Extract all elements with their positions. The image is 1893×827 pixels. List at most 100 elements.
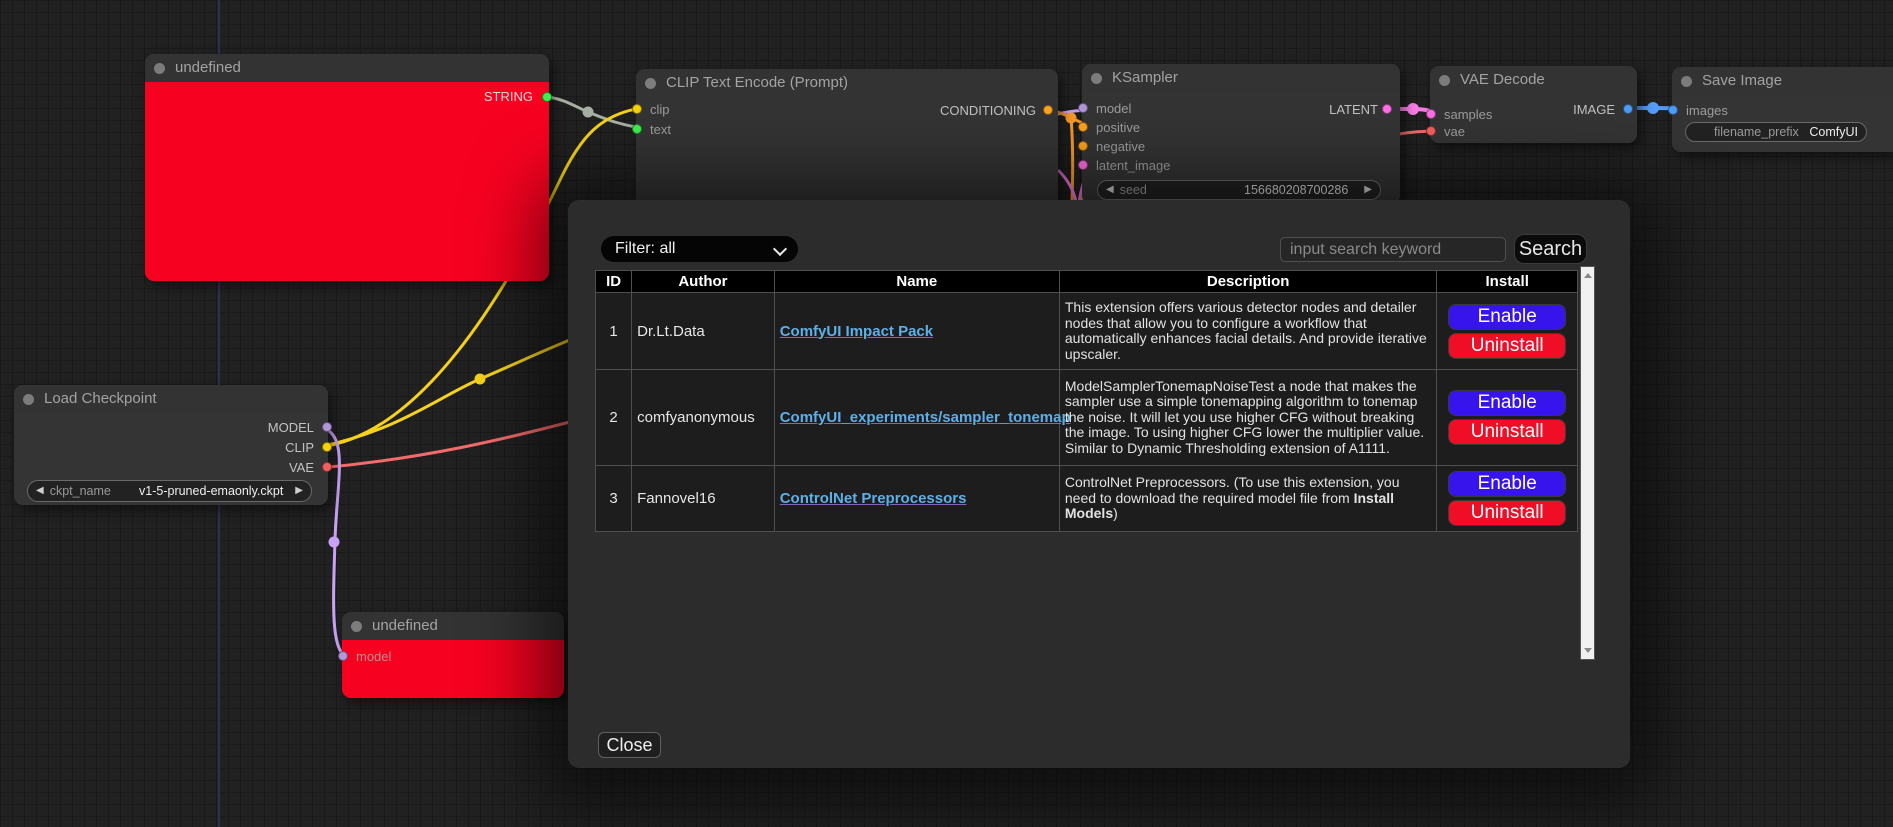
extension-row: 1Dr.Lt.Data ComfyUI Impact Pack This exten… <box>596 293 1578 370</box>
cell-name: ComfyUI_experiments/sampler_tonemap <box>774 370 1059 466</box>
output-dot-model[interactable] <box>322 422 332 432</box>
collapse-dot-icon[interactable] <box>23 394 34 405</box>
cell-description: This extension offers various detector n… <box>1059 293 1437 370</box>
collapse-dot-icon[interactable] <box>1439 75 1450 86</box>
input-slot-latent-image: latent_image <box>1096 159 1170 173</box>
cell-author: Dr.Lt.Data <box>632 293 775 370</box>
input-dot-latent-image[interactable] <box>1078 160 1088 170</box>
extension-link[interactable]: ComfyUI_experiments/sampler_tonemap <box>780 409 1071 426</box>
input-dot-positive[interactable] <box>1078 122 1088 132</box>
output-dot-image[interactable] <box>1623 104 1633 114</box>
cell-name: ComfyUI Impact Pack <box>774 293 1059 370</box>
output-dot-clip[interactable] <box>322 442 332 452</box>
input-slot-positive: positive <box>1096 121 1140 135</box>
node-body: STRING <box>145 82 549 281</box>
input-dot-model[interactable] <box>338 651 348 661</box>
scroll-down-arrow-icon[interactable] <box>1584 648 1592 653</box>
column-header-name: Name <box>774 271 1059 293</box>
output-dot-string[interactable] <box>542 92 552 102</box>
input-dot-images[interactable] <box>1668 105 1678 115</box>
input-dot-samples[interactable] <box>1426 109 1436 119</box>
reroute-dot-latent[interactable] <box>1407 103 1419 115</box>
node-save-image[interactable]: Save Image images filename_prefix ComfyU… <box>1672 67 1893 152</box>
enable-button[interactable]: Enable <box>1448 471 1566 497</box>
widget-label: seed <box>1120 183 1147 197</box>
extension-row: 3Fannovel16ControlNet PreprocessorsContr… <box>596 466 1578 532</box>
seed-widget[interactable]: ◀ seed 156680208700286 ▶ <box>1097 180 1381 200</box>
close-button[interactable]: Close <box>598 732 661 758</box>
reroute-dot-string[interactable] <box>583 107 594 118</box>
enable-button[interactable]: Enable <box>1448 304 1566 330</box>
widget-value: 156680208700286 <box>1244 183 1348 197</box>
input-dot-clip[interactable] <box>632 104 642 114</box>
node-load-checkpoint[interactable]: Load Checkpoint MODEL CLIP VAE ◀ ckpt_na… <box>14 385 328 505</box>
reroute-dot-model[interactable] <box>329 537 340 548</box>
input-dot-model[interactable] <box>1078 103 1088 113</box>
extension-row: 2comfyanonymousComfyUI_experiments/sampl… <box>596 370 1578 466</box>
increment-arrow-icon[interactable]: ▶ <box>1364 180 1372 200</box>
uninstall-button[interactable]: Uninstall <box>1448 333 1566 359</box>
reroute-dot-clip[interactable] <box>475 374 486 385</box>
node-title: Load Checkpoint <box>44 390 157 407</box>
cell-name: ControlNet Preprocessors <box>774 466 1059 532</box>
increment-arrow-icon[interactable]: ▶ <box>295 481 303 501</box>
enable-button[interactable]: Enable <box>1448 390 1566 416</box>
node-vae-decode[interactable]: VAE Decode samples vae IMAGE <box>1430 66 1637 143</box>
output-slot-image: IMAGE <box>1573 103 1615 117</box>
cell-id: 1 <box>596 293 632 370</box>
output-dot-conditioning[interactable] <box>1043 105 1053 115</box>
node-clip-text-encode[interactable]: CLIP Text Encode (Prompt) clip text COND… <box>636 69 1058 207</box>
comfyui-canvas: undefined STRING CLIP Text Encode (Promp… <box>0 0 1893 827</box>
node-undefined-bottom[interactable]: undefined model <box>342 612 564 698</box>
wire-vae-1 <box>319 414 600 468</box>
cell-description: ControlNet Preprocessors. (To use this e… <box>1059 466 1437 532</box>
collapse-dot-icon[interactable] <box>1681 76 1692 87</box>
node-header: undefined <box>145 54 549 82</box>
decrement-arrow-icon[interactable]: ◀ <box>36 481 44 501</box>
node-header: Save Image <box>1672 67 1893 95</box>
cell-install: Enable Uninstall <box>1437 370 1578 466</box>
uninstall-button[interactable]: Uninstall <box>1448 419 1566 445</box>
widget-value: v1-5-pruned-emaonly.ckpt <box>139 484 283 498</box>
output-slot-vae: VAE <box>289 461 314 475</box>
ckpt-name-widget[interactable]: ◀ ckpt_name v1-5-pruned-emaonly.ckpt ▶ <box>27 480 312 502</box>
output-dot-vae[interactable] <box>322 462 332 472</box>
input-slot-vae: vae <box>1444 125 1465 139</box>
cell-description: ModelSamplerTonemapNoiseTest a node that… <box>1059 370 1437 466</box>
collapse-dot-icon[interactable] <box>1091 73 1102 84</box>
node-body: images filename_prefix ComfyUI <box>1672 95 1893 152</box>
input-dot-text[interactable] <box>632 124 642 134</box>
filename-prefix-widget[interactable]: filename_prefix ComfyUI <box>1685 122 1867 142</box>
column-header-install: Install <box>1437 271 1578 293</box>
filter-select[interactable]: Filter: all <box>601 236 798 262</box>
cell-install: Enable Uninstall <box>1437 293 1578 370</box>
output-slot-conditioning: CONDITIONING <box>940 104 1036 118</box>
collapse-dot-icon[interactable] <box>645 78 656 89</box>
node-title: Save Image <box>1702 72 1782 89</box>
node-header: undefined <box>342 612 564 640</box>
chevron-down-icon <box>773 242 787 256</box>
search-input[interactable] <box>1280 237 1506 262</box>
table-scrollbar[interactable] <box>1580 266 1595 660</box>
search-button[interactable]: Search <box>1514 234 1587 264</box>
scroll-up-arrow-icon[interactable] <box>1584 273 1592 278</box>
node-undefined-top[interactable]: undefined STRING <box>145 54 549 281</box>
node-title: undefined <box>372 617 438 634</box>
input-dot-vae[interactable] <box>1426 126 1436 136</box>
uninstall-button[interactable]: Uninstall <box>1448 500 1566 526</box>
cell-id: 3 <box>596 466 632 532</box>
extension-link[interactable]: ControlNet Preprocessors <box>780 490 967 507</box>
reroute-dot-image[interactable] <box>1647 102 1659 114</box>
collapse-dot-icon[interactable] <box>351 621 362 632</box>
collapse-dot-icon[interactable] <box>154 63 165 74</box>
input-slot-negative: negative <box>1096 140 1145 154</box>
input-dot-negative[interactable] <box>1078 141 1088 151</box>
column-header-author: Author <box>632 271 775 293</box>
decrement-arrow-icon[interactable]: ◀ <box>1106 180 1114 200</box>
cell-install: Enable Uninstall <box>1437 466 1578 532</box>
cell-author: comfyanonymous <box>632 370 775 466</box>
node-header: VAE Decode <box>1430 66 1637 94</box>
output-dot-latent[interactable] <box>1382 104 1392 114</box>
node-ksampler[interactable]: KSampler model positive negative latent_… <box>1082 64 1400 204</box>
extension-link[interactable]: ComfyUI Impact Pack <box>780 323 933 340</box>
